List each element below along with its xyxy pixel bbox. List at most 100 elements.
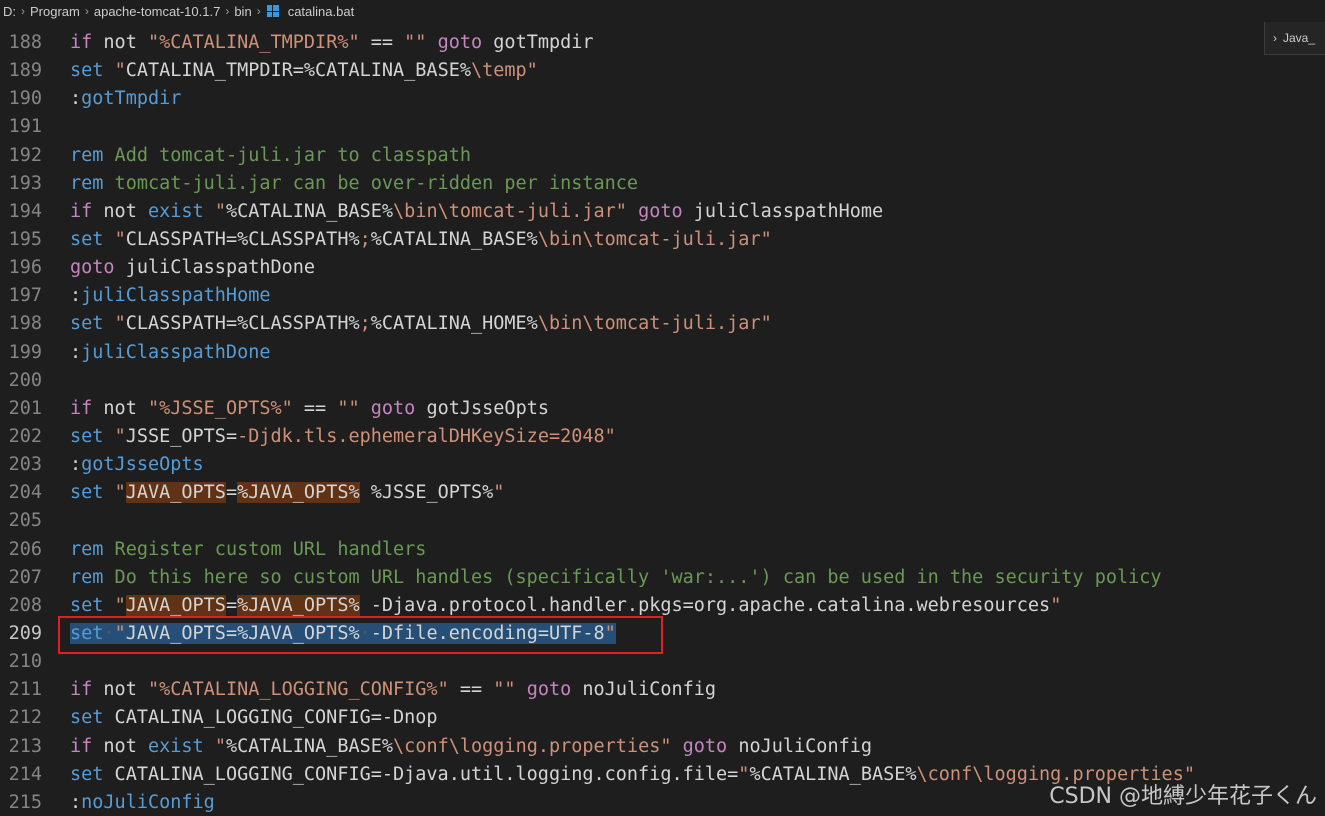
breadcrumb-item-program[interactable]: Program (27, 4, 83, 19)
code-line[interactable]: 190:gotTmpdir (0, 85, 1325, 113)
code-token: goto (526, 679, 572, 701)
line-number: 204 (8, 482, 42, 504)
code-line[interactable]: 212 set CATALINA_LOGGING_CONFIG=-Dnop (0, 704, 1325, 732)
code-line[interactable]: 195 set "CLASSPATH=%CLASSPATH%;%CATALINA_… (0, 226, 1325, 254)
code-token: JSSE_OPTS= (125, 425, 238, 447)
code-token: = (225, 622, 238, 644)
code-line[interactable]: 210 (0, 648, 1325, 676)
outline-tab-label: Java_ (1283, 31, 1316, 45)
code-line[interactable]: 200 (0, 367, 1325, 395)
code-line[interactable]: 207 rem Do this here so custom URL handle… (0, 564, 1325, 592)
code-line[interactable]: 201 if not "%JSSE_OPTS%" == "" goto gotJs… (0, 395, 1325, 423)
code-token: == (292, 397, 338, 419)
code-token: · (103, 622, 115, 644)
code-line[interactable]: 205 (0, 507, 1325, 535)
code-token: noJuliConfig (727, 735, 872, 757)
code-token: Register custom URL handlers (103, 538, 427, 560)
code-text: rem tomcat-juli.jar can be over-ridden p… (70, 170, 638, 198)
code-token: "" (493, 679, 516, 701)
line-number: 213 (8, 735, 42, 757)
code-line[interactable]: 191 (0, 113, 1325, 141)
code-line[interactable]: 192 rem Add tomcat-juli.jar to classpath (0, 142, 1325, 170)
code-token: %CATALINA_BASE% (370, 228, 538, 250)
code-line[interactable]: 198 set "CLASSPATH=%CLASSPATH%;%CATALINA_… (0, 310, 1325, 338)
code-token: goto (70, 257, 115, 279)
code-token: "%CATALINA_LOGGING_CONFIG%" (147, 679, 449, 701)
code-token: CATALINA_LOGGING_CONFIG=-Dnop (103, 707, 438, 729)
code-text: rem Register custom URL handlers (70, 536, 426, 564)
code-token: rem (70, 172, 104, 194)
code-token: CLASSPATH=%CLASSPATH% (125, 313, 360, 335)
code-line[interactable]: 197:juliClasspathHome (0, 282, 1325, 310)
code-token: gotJsseOpts (415, 397, 549, 419)
code-line[interactable]: 206 rem Register custom URL handlers (0, 536, 1325, 564)
code-token: " (604, 622, 616, 644)
code-line[interactable]: 193 rem tomcat-juli.jar can be over-ridde… (0, 170, 1325, 198)
code-text: if not exist "%CATALINA_BASE%\conf\loggi… (70, 733, 872, 761)
code-token: = (225, 482, 238, 504)
code-line[interactable]: 211 if not "%CATALINA_LOGGING_CONFIG%" ==… (0, 676, 1325, 704)
code-token: CLASSPATH=%CLASSPATH% (125, 228, 360, 250)
code-token: if (70, 679, 93, 701)
code-token: gotTmpdir (482, 32, 594, 53)
code-token: tomcat-juli.jar can be over-ridden per i… (103, 172, 639, 194)
code-line[interactable]: 194 if not exist "%CATALINA_BASE%\bin\tom… (0, 198, 1325, 226)
code-token: exist (147, 735, 204, 757)
line-number: 211 (8, 679, 42, 701)
code-token: set (70, 594, 104, 616)
line-number: 194 (8, 200, 42, 222)
code-line[interactable]: 199:juliClasspathDone (0, 339, 1325, 367)
code-text: :noJuliConfig (70, 789, 215, 816)
breadcrumb-item-file[interactable]: catalina.bat (285, 4, 358, 19)
line-number: 189 (8, 60, 42, 82)
code-token: JAVA_OPTS (125, 482, 226, 504)
chevron-right-icon: › (84, 4, 89, 18)
code-token: juliClasspathHome (682, 200, 884, 222)
code-token: " (214, 200, 226, 222)
line-number: 198 (8, 313, 42, 335)
code-line[interactable]: 213 if not exist "%CATALINA_BASE%\conf\lo… (0, 733, 1325, 761)
code-token: " (114, 313, 126, 335)
code-token: juliClasspathDone (81, 341, 271, 363)
code-line[interactable]: 189 set "CATALINA_TMPDIR=%CATALINA_BASE%\… (0, 57, 1325, 85)
code-token: -Djava.protocol.handler.pkgs=org.apache.… (359, 594, 1051, 616)
line-number: 190 (8, 88, 42, 110)
line-number: 202 (8, 425, 42, 447)
code-editor[interactable]: 188 if not "%CATALINA_TMPDIR%" == "" goto… (0, 29, 1325, 816)
line-number: 191 (8, 116, 42, 138)
outline-panel-tab[interactable]: › Java_ (1264, 22, 1325, 55)
code-token: juliClasspathHome (81, 285, 271, 307)
code-text: :juliClasspathHome (70, 282, 271, 310)
code-line[interactable]: 196 goto juliClasspathDone (0, 254, 1325, 282)
code-text: if not "%CATALINA_LOGGING_CONFIG%" == ""… (70, 676, 716, 704)
code-token: if (70, 397, 93, 419)
code-text: rem Do this here so custom URL handles (… (70, 564, 1162, 592)
code-line[interactable]: 203:gotJsseOpts (0, 451, 1325, 479)
code-token: "" (404, 32, 427, 53)
breadcrumb-item-bin[interactable]: bin (231, 4, 254, 19)
code-token: ; (359, 313, 371, 335)
line-number: 200 (8, 369, 42, 391)
code-line[interactable]: 208 set "JAVA_OPTS=%JAVA_OPTS% -Djava.pro… (0, 592, 1325, 620)
code-text: set "CLASSPATH=%CLASSPATH%;%CATALINA_BAS… (70, 226, 772, 254)
code-token: : (70, 285, 82, 307)
code-token: gotJsseOpts (81, 454, 204, 476)
breadcrumb-item-drive[interactable]: D: (0, 4, 19, 19)
code-token: not (92, 32, 148, 53)
code-line[interactable]: 204 set "JAVA_OPTS=%JAVA_OPTS% %JSSE_OPTS… (0, 479, 1325, 507)
code-text: if not "%CATALINA_TMPDIR%" == "" goto go… (70, 29, 594, 57)
breadcrumb-item-tomcat[interactable]: apache-tomcat-10.1.7 (91, 4, 223, 19)
code-line[interactable]: 202 set "JSSE_OPTS=-Djdk.tls.ephemeralDHK… (0, 423, 1325, 451)
code-token: %CATALINA_BASE% (225, 200, 394, 222)
windows-file-icon (266, 5, 279, 17)
code-line[interactable]: 188 if not "%CATALINA_TMPDIR%" == "" goto… (0, 29, 1325, 57)
line-number: 209 (8, 622, 42, 644)
code-token: rem (70, 566, 104, 588)
code-line[interactable]: 209 set·"JAVA_OPTS=%JAVA_OPTS%·-Dfile.enc… (0, 620, 1325, 648)
code-token: not (92, 200, 148, 222)
code-text: set "JSSE_OPTS=-Djdk.tls.ephemeralDHKeyS… (70, 423, 616, 451)
code-text: set CATALINA_LOGGING_CONFIG=-Dnop (70, 704, 438, 732)
